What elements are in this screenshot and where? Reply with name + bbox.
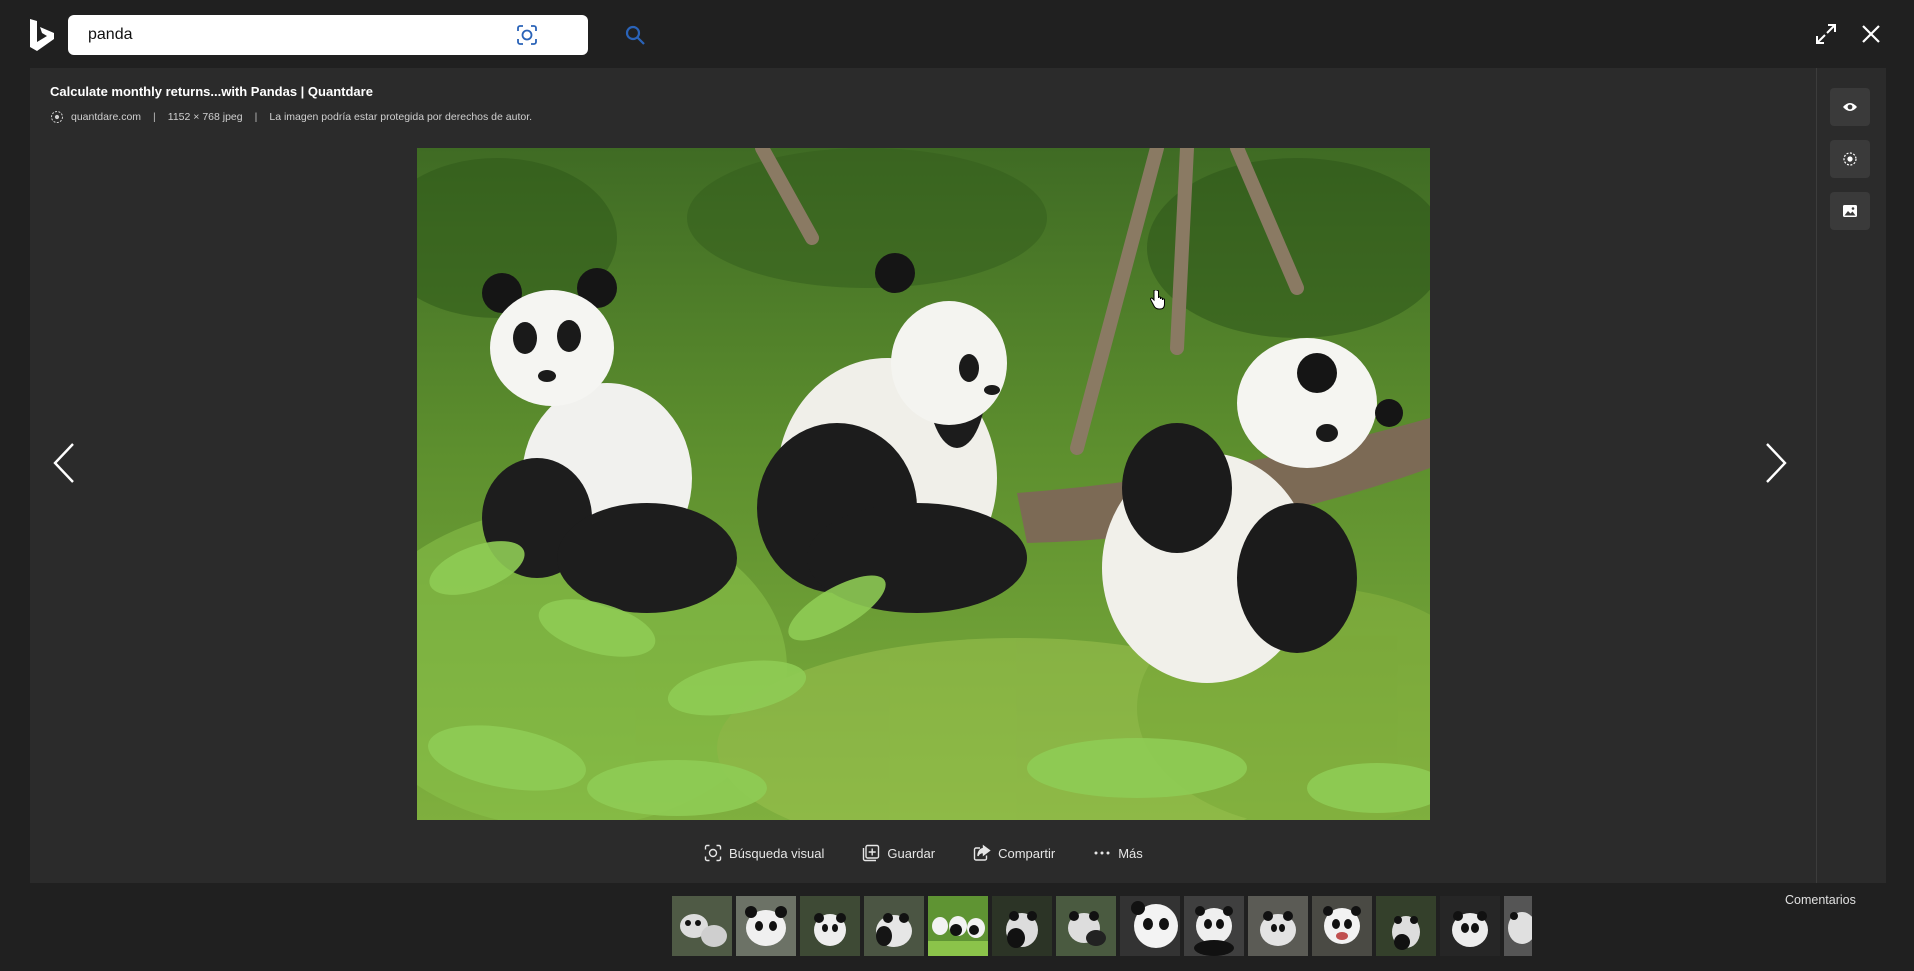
side-divider bbox=[1816, 68, 1817, 883]
share-label: Compartir bbox=[998, 845, 1056, 861]
thumbnail[interactable] bbox=[736, 896, 796, 956]
thumbnail[interactable] bbox=[1248, 896, 1308, 956]
eye-icon[interactable] bbox=[1830, 88, 1870, 126]
visual-search-label: Búsqueda visual bbox=[729, 845, 825, 861]
thumbnail[interactable] bbox=[1504, 896, 1532, 956]
search-icon[interactable] bbox=[624, 24, 646, 46]
thumbnail[interactable] bbox=[800, 896, 860, 956]
visual-search-icon bbox=[704, 844, 722, 862]
image-title[interactable]: Calculate monthly returns...with Pandas … bbox=[50, 84, 373, 99]
thumbnail[interactable] bbox=[1120, 896, 1180, 956]
more-icon bbox=[1093, 844, 1111, 862]
thumbnail[interactable] bbox=[864, 896, 924, 956]
next-image-button[interactable] bbox=[1756, 438, 1796, 488]
bing-logo-icon[interactable] bbox=[28, 18, 56, 52]
save-label: Guardar bbox=[887, 845, 936, 861]
image-viewer-panel: Calculate monthly returns...with Pandas … bbox=[30, 68, 1886, 883]
save-button[interactable]: Guardar bbox=[862, 844, 935, 862]
thumbnail[interactable] bbox=[1056, 896, 1116, 956]
image-dimensions: 1152 × 768 jpeg bbox=[167, 111, 243, 123]
previous-image-button[interactable] bbox=[44, 438, 84, 488]
search-box bbox=[68, 15, 645, 55]
source-link[interactable]: quantdare.com bbox=[71, 111, 141, 123]
globe-icon[interactable] bbox=[1830, 140, 1870, 178]
save-icon bbox=[862, 844, 880, 862]
share-button[interactable]: Compartir bbox=[973, 844, 1055, 862]
thumbnail[interactable] bbox=[672, 896, 732, 956]
thumbnail[interactable] bbox=[1184, 896, 1244, 956]
meta-separator: | bbox=[153, 111, 156, 123]
thumbnail[interactable] bbox=[992, 896, 1052, 956]
more-label: Más bbox=[1118, 845, 1143, 861]
image-icon[interactable] bbox=[1830, 192, 1870, 230]
meta-separator: | bbox=[254, 111, 258, 123]
top-bar bbox=[0, 0, 1914, 68]
thumbnail[interactable] bbox=[1312, 896, 1372, 956]
visual-search-button[interactable]: Búsqueda visual bbox=[704, 844, 824, 862]
image-actions-bar: Búsqueda visual Guardar Compartir Más bbox=[704, 844, 1181, 862]
main-image[interactable] bbox=[417, 148, 1430, 820]
feedback-link[interactable]: Comentarios bbox=[1785, 893, 1856, 907]
search-input[interactable] bbox=[88, 20, 488, 50]
more-button[interactable]: Más bbox=[1093, 844, 1143, 862]
thumbnail[interactable] bbox=[1376, 896, 1436, 956]
image-meta: quantdare.com | 1152 × 768 jpeg | La ima… bbox=[50, 110, 532, 124]
globe-icon bbox=[50, 110, 64, 124]
copyright-notice: La imagen podría estar protegida por der… bbox=[269, 111, 533, 123]
mouse-cursor bbox=[1148, 289, 1166, 317]
thumbnail-strip bbox=[672, 896, 1536, 956]
share-icon bbox=[973, 844, 991, 862]
expand-icon[interactable] bbox=[1812, 20, 1840, 48]
close-icon[interactable] bbox=[1857, 20, 1885, 48]
thumbnail[interactable] bbox=[1440, 896, 1500, 956]
thumbnail-active[interactable] bbox=[928, 896, 988, 956]
visual-search-icon[interactable] bbox=[516, 24, 538, 46]
